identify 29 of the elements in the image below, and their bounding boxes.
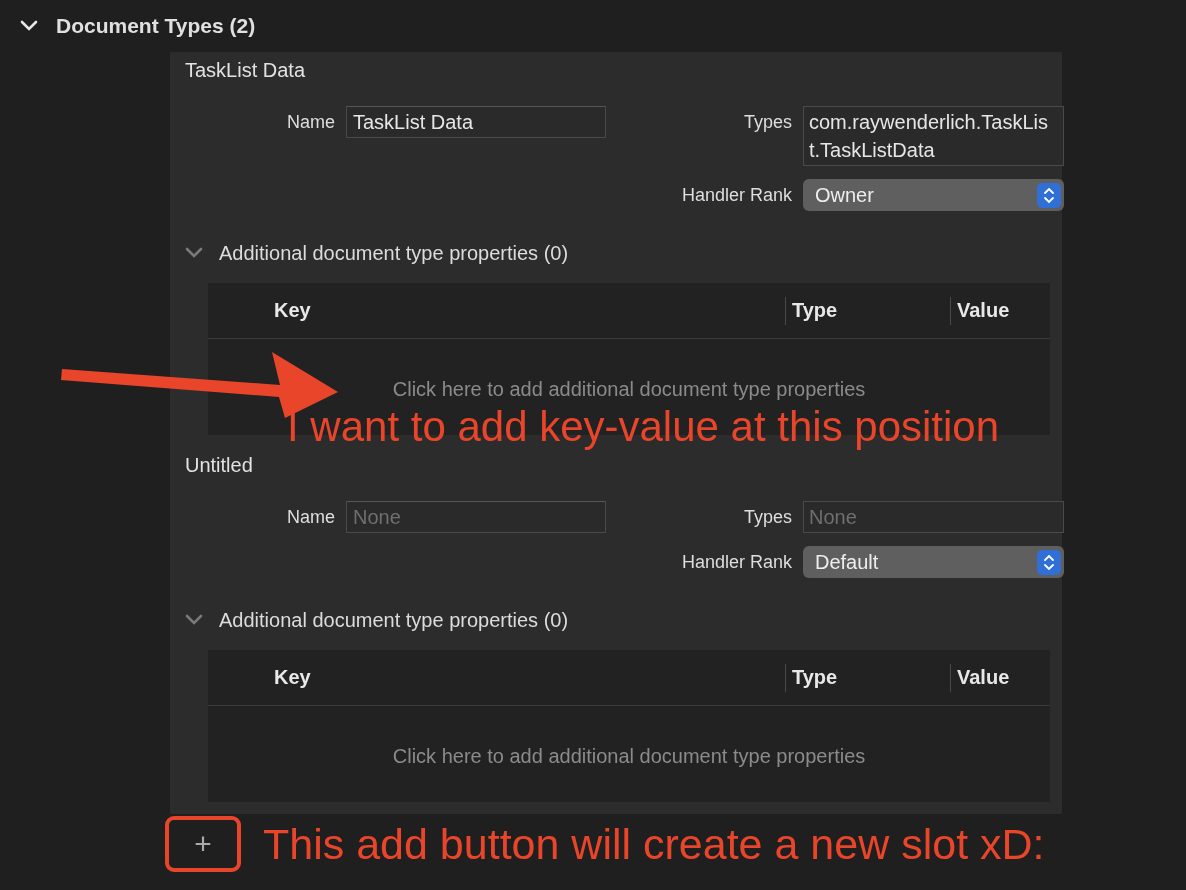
empty-table-hint[interactable]: Click here to add additional document type properties — [392, 373, 866, 401]
stepper-icon — [1037, 182, 1061, 208]
field-label: Name — [286, 111, 335, 133]
types-field[interactable]: com.raywenderlich.TaskList.TaskListData — [803, 106, 1064, 166]
section-title[interactable]: Document Types (2) — [56, 14, 256, 38]
field-label: Types — [742, 111, 792, 133]
add-button[interactable]: + — [165, 816, 241, 872]
section-title: Additional document type properties (0) — [219, 241, 569, 265]
column-header[interactable]: Type — [786, 650, 838, 705]
section-title: Additional document type properties (0) — [219, 608, 569, 632]
field-label: Types — [742, 506, 792, 528]
column-header[interactable]: Value — [951, 283, 1010, 338]
empty-table-hint[interactable]: Click here to add additional document type properties — [392, 740, 866, 768]
handler-rank-popup[interactable]: Default — [803, 546, 1064, 578]
types-field[interactable]: None — [803, 501, 1064, 533]
name-field[interactable]: TaskList Data — [346, 106, 606, 138]
name-field[interactable]: None — [346, 501, 606, 533]
column-header[interactable]: Key — [208, 283, 311, 338]
field-label: Handler Rank — [680, 184, 792, 206]
field-label: Handler Rank — [680, 551, 792, 573]
field-label: Name — [286, 506, 335, 528]
document-type-title: Untitled — [184, 453, 254, 478]
annotation-text: This add button will create a new slot xD: — [263, 819, 1045, 869]
document-type-title: TaskList Data — [184, 58, 307, 83]
column-header[interactable]: Type — [786, 283, 838, 338]
stepper-icon — [1037, 549, 1061, 575]
column-header[interactable]: Key — [208, 650, 311, 705]
handler-rank-popup[interactable]: Owner — [803, 179, 1064, 211]
column-header[interactable]: Value — [951, 650, 1010, 705]
